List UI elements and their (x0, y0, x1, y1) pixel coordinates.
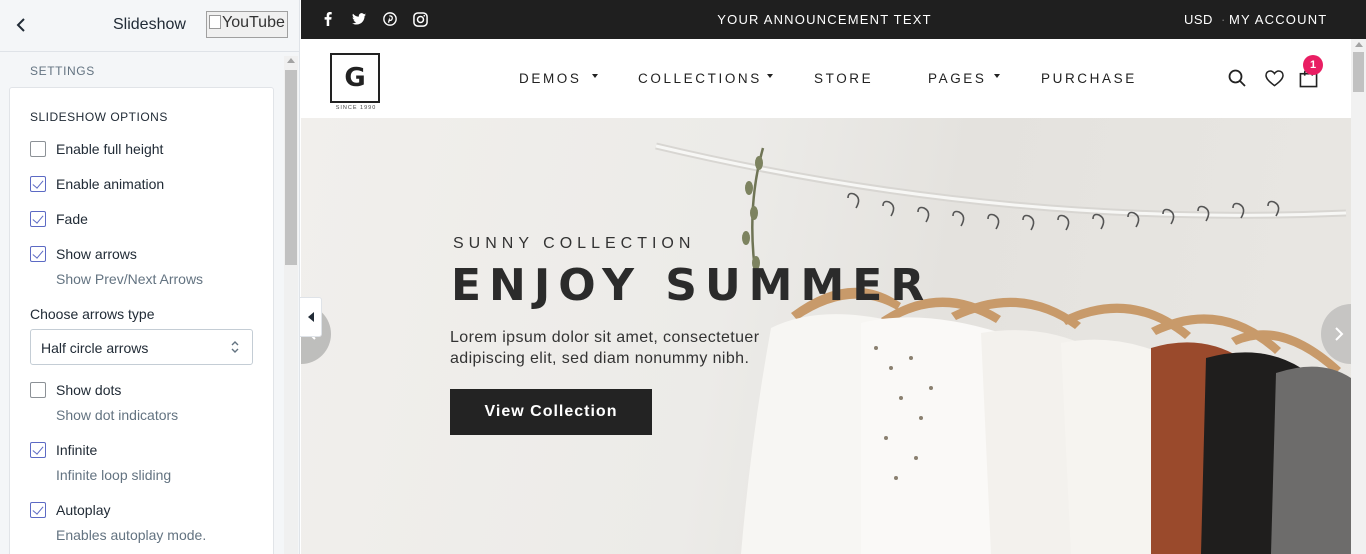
wishlist-heart-icon[interactable] (1263, 67, 1285, 89)
store-logo[interactable]: G (330, 53, 380, 103)
editor-scroll-thumb[interactable] (285, 70, 297, 265)
theme-editor-sidebar: Slideshow YouTube SETTINGS SLIDESHOW OPT… (0, 0, 300, 554)
dropdown-caret-icon (767, 74, 773, 78)
option-help-text: Show Prev/Next Arrows (56, 271, 204, 287)
main-header: G SINCE 1990 DEMOS COLLECTIONS STORE PAG… (301, 39, 1351, 118)
search-icon[interactable] (1226, 67, 1248, 89)
scroll-up-arrow-icon[interactable] (287, 58, 295, 63)
back-button[interactable] (10, 14, 32, 36)
view-collection-button[interactable]: View Collection (450, 389, 652, 435)
preview-scrollbar[interactable] (1351, 39, 1366, 554)
option-help-text: Enables autoplay mode. (56, 527, 207, 543)
broken-image-icon (209, 15, 221, 29)
hero-description: Lorem ipsum dolor sit amet, consectetuer… (450, 329, 760, 367)
checkbox[interactable] (30, 382, 46, 398)
nav-purchase[interactable]: PURCHASE (1041, 71, 1137, 86)
option-autoplay[interactable]: Autoplay (30, 502, 110, 518)
option-label: Show dots (56, 382, 122, 398)
nav-pages[interactable]: PAGES (928, 71, 987, 86)
select-value: Half circle arrows (41, 340, 149, 356)
option-show-dots[interactable]: Show dots (30, 382, 121, 398)
arrows-type-select[interactable]: Half circle arrows (30, 329, 253, 365)
announcement-bar: YOUR ANNOUNCEMENT TEXT USD · MY ACCOUNT (301, 0, 1366, 39)
checkbox[interactable] (30, 442, 46, 458)
option-fade[interactable]: Fade (30, 211, 88, 227)
nav-store[interactable]: STORE (814, 71, 873, 86)
option-infinite[interactable]: Infinite (30, 442, 97, 458)
checkbox[interactable] (30, 176, 46, 192)
option-label: Fade (56, 211, 88, 227)
logo-letter: G (344, 63, 366, 93)
option-label: Infinite (56, 442, 98, 458)
option-label: Show arrows (56, 246, 137, 262)
hero-title: ENJOY SUMMER (451, 260, 933, 311)
collapse-sidebar-button[interactable] (300, 297, 322, 337)
chevron-right-icon (1335, 327, 1344, 341)
currency-selector[interactable]: USD (1184, 12, 1213, 27)
youtube-alt-text: YouTube (222, 14, 285, 31)
option-show-arrows[interactable]: Show arrows (30, 246, 137, 262)
option-enable-full-height[interactable]: Enable full height (30, 141, 163, 157)
dropdown-caret-icon (592, 74, 598, 78)
caret-left-icon (307, 312, 314, 322)
select-updown-icon (231, 341, 239, 353)
option-label: Enable full height (56, 141, 164, 157)
checkbox[interactable] (30, 246, 46, 262)
option-label: Autoplay (56, 502, 111, 518)
scroll-up-arrow-icon[interactable] (1355, 42, 1363, 47)
section-title: SLIDESHOW OPTIONS (30, 110, 168, 124)
checkbox[interactable] (30, 211, 46, 227)
store-preview: YOUR ANNOUNCEMENT TEXT USD · MY ACCOUNT … (301, 0, 1366, 554)
my-account-link[interactable]: MY ACCOUNT (1229, 12, 1327, 27)
separator: · (1221, 12, 1226, 27)
option-label: Enable animation (56, 176, 165, 192)
settings-label: SETTINGS (30, 64, 95, 78)
option-help-text: Show dot indicators (56, 407, 179, 423)
cart-count-badge: 1 (1303, 55, 1323, 75)
editor-header: Slideshow YouTube (0, 0, 299, 52)
editor-title: Slideshow (113, 16, 186, 33)
checkbox[interactable] (30, 141, 46, 157)
option-enable-animation[interactable]: Enable animation (30, 176, 164, 192)
dropdown-caret-icon (994, 74, 1000, 78)
hero-subtitle: SUNNY COLLECTION (453, 235, 696, 252)
nav-collections[interactable]: COLLECTIONS (638, 71, 762, 86)
arrows-type-label: Choose arrows type (30, 306, 155, 322)
youtube-image: YouTube (206, 11, 288, 38)
preview-scroll-thumb[interactable] (1353, 52, 1364, 92)
logo-tagline: SINCE 1990 (335, 105, 377, 111)
hero-slideshow: SUNNY COLLECTION ENJOY SUMMER Lorem ipsu… (301, 118, 1351, 554)
chevron-left-icon (16, 18, 25, 32)
option-help-text: Infinite loop sliding (56, 467, 172, 483)
nav-demos[interactable]: DEMOS (519, 71, 582, 86)
checkbox[interactable] (30, 502, 46, 518)
